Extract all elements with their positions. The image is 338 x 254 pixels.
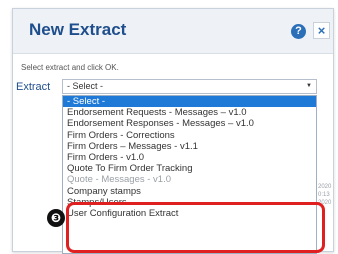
option-select-placeholder[interactable]: - Select - [63, 96, 316, 108]
option-quote-to-firm-order-tracking[interactable]: Quote To Firm Order Tracking [63, 163, 316, 174]
dialog-title: New Extract [29, 20, 127, 39]
help-icon[interactable]: ? [291, 24, 306, 39]
option-endorsement-responses[interactable]: Endorsement Responses - Messages – v1.0 [63, 118, 316, 129]
dialog-titlebar: New Extract ? × [13, 9, 333, 54]
option-quote-messages[interactable]: Quote - Messages - v1.0 [63, 174, 316, 185]
option-firm-orders-corrections[interactable]: Firm Orders - Corrections [63, 130, 316, 141]
background-text: 2020 [318, 184, 332, 190]
highlight-box [66, 202, 325, 253]
extract-select-value: - Select - [67, 81, 104, 91]
extract-label: Extract [16, 81, 51, 93]
chevron-down-icon[interactable]: ▼ [306, 83, 312, 89]
instruction-text: Select extract and click OK. [21, 63, 119, 72]
option-firm-orders-messages[interactable]: Firm Orders – Messages - v1.1 [63, 141, 316, 152]
extract-select[interactable]: - Select - ▼ [62, 79, 317, 94]
option-endorsement-requests[interactable]: Endorsement Requests - Messages – v1.0 [63, 107, 316, 118]
option-company-stamps[interactable]: Company stamps [63, 186, 316, 197]
close-icon[interactable]: × [313, 22, 330, 39]
background-text: 0:13 [318, 192, 330, 198]
step-number-badge: ❸ [47, 209, 65, 227]
option-firm-orders-v1[interactable]: Firm Orders - v1.0 [63, 152, 316, 163]
